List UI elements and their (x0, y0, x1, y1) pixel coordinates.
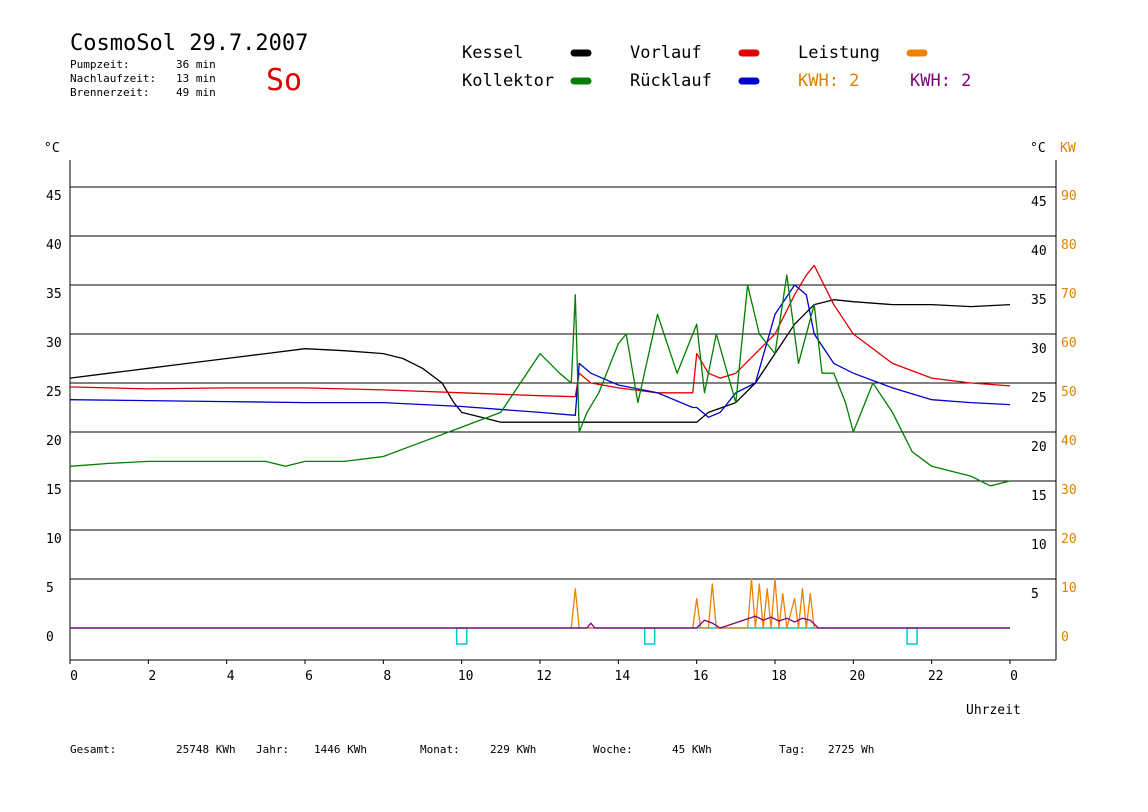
x-tick-label: 22 (928, 669, 944, 684)
y-tick-label: 20 (46, 434, 62, 449)
x-tick-label: 10 (458, 669, 474, 684)
legend-label: Vorlauf (630, 43, 702, 63)
info-value: 49 min (176, 86, 216, 99)
legend-label: Kollektor (462, 71, 554, 91)
kw-tick-label: 0 (1061, 630, 1069, 645)
page-title: CosmoSol 29.7.2007 (70, 31, 308, 56)
kw-tick-label: 10 (1061, 581, 1077, 596)
kw-tick-label: 90 (1061, 189, 1077, 204)
x-tick-label: 4 (227, 669, 235, 684)
footer-label: Gesamt: (70, 743, 116, 756)
y-tick-label: 10 (46, 532, 62, 547)
info-value: 13 min (176, 72, 216, 85)
y-tick-label-right: 15 (1031, 489, 1047, 504)
kw-tick-label: 40 (1061, 434, 1077, 449)
x-tick-label: 14 (615, 669, 631, 684)
y-tick-label: 35 (46, 287, 62, 302)
x-tick-label: 2 (148, 669, 156, 684)
y-tick-label-right: 25 (1031, 391, 1047, 406)
series-line-kessel (69, 299, 1011, 423)
y-tick-label: 30 (46, 336, 62, 351)
x-tick-label: 16 (693, 669, 709, 684)
kw-tick-label: 30 (1061, 483, 1077, 498)
y-tick-label-right: 20 (1031, 440, 1047, 455)
series-line-kwh (70, 615, 1010, 629)
y-tick-label: 15 (46, 483, 62, 498)
legend-label: Leistung (798, 43, 880, 63)
x-tick-label: 18 (771, 669, 787, 684)
footer-label: Tag: (779, 743, 806, 756)
kwh-label: KWH: 2 (910, 71, 971, 91)
footer-label: Jahr: (256, 743, 289, 756)
footer-label: Woche: (593, 743, 633, 756)
y-tick-label-right: 10 (1031, 538, 1047, 553)
footer-value: 25748 KWh (176, 743, 236, 756)
baseline-marker (643, 627, 656, 645)
y-tick-label: 5 (46, 581, 54, 596)
x-axis-label: Uhrzeit (966, 703, 1021, 718)
y-left-unit-right: °C (1030, 141, 1046, 156)
kwh-label: KWH: 2 (798, 71, 859, 91)
y-right-unit: KW (1060, 141, 1076, 156)
kw-tick-label: 50 (1061, 385, 1077, 400)
baseline-marker (455, 627, 468, 645)
footer-value: 2725 Wh (828, 743, 874, 756)
temperature-chart: CosmoSol 29.7.2007 Pumpzeit: 36 min Nachlau… (44, 31, 1077, 756)
kw-tick-label: 20 (1061, 532, 1077, 547)
y-tick-label-right: 5 (1031, 587, 1039, 602)
y-tick-label-right: 35 (1031, 293, 1047, 308)
info-label: Brennerzeit: (70, 86, 149, 99)
y-tick-label: 25 (46, 385, 62, 400)
y-tick-label: 0 (46, 630, 54, 645)
kw-tick-label: 70 (1061, 287, 1077, 302)
x-tick-label: 0 (1010, 669, 1018, 684)
x-tick-label: 0 (70, 669, 78, 684)
kw-tick-label: 80 (1061, 238, 1077, 253)
series-line-kollektor (69, 274, 1011, 487)
y-tick-label-right: 45 (1031, 195, 1047, 210)
footer-label: Monat: (420, 743, 460, 756)
kw-tick-label: 60 (1061, 336, 1077, 351)
y-tick-label: 45 (46, 189, 62, 204)
day-label: So (266, 63, 302, 98)
baseline-marker (906, 627, 918, 645)
x-tick-label: 6 (305, 669, 313, 684)
x-tick-label: 20 (850, 669, 866, 684)
series-line-rücklauf (69, 284, 1011, 418)
x-tick-label: 8 (383, 669, 391, 684)
footer-value: 1446 KWh (314, 743, 367, 756)
y-tick-label-right: 30 (1031, 342, 1047, 357)
series-line-leistung (70, 578, 1010, 629)
legend-label: Kessel (462, 43, 523, 63)
x-tick-label: 12 (536, 669, 552, 684)
y-tick-label-right: 40 (1031, 244, 1047, 259)
info-label: Nachlaufzeit: (70, 72, 156, 85)
info-value: 36 min (176, 58, 216, 71)
y-tick-label: 40 (46, 238, 62, 253)
footer-value: 229 KWh (490, 743, 536, 756)
y-left-unit: °C (44, 141, 60, 156)
info-label: Pumpzeit: (70, 58, 130, 71)
legend-label: Rücklauf (630, 71, 712, 91)
footer-value: 45 KWh (672, 743, 712, 756)
